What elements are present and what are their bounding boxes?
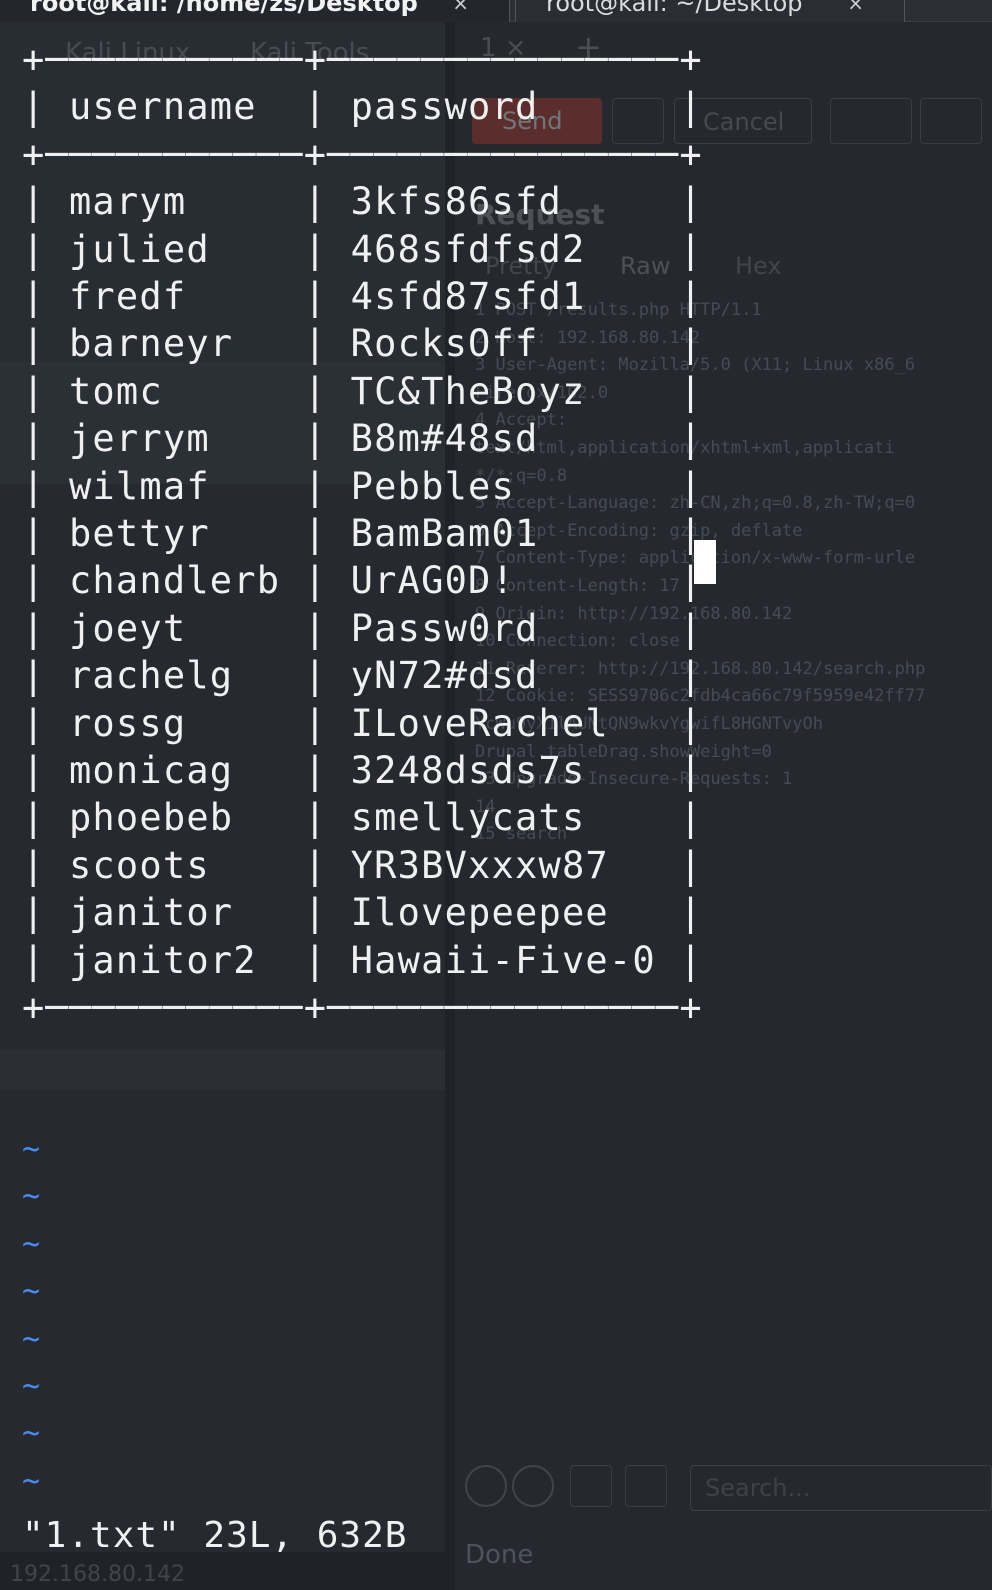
table-row: | chandlerb | UrAG0D! | [22, 559, 703, 603]
vim-editor[interactable]: +───────────+───────────────+ | username … [0, 22, 992, 1590]
close-icon[interactable]: × [847, 0, 864, 14]
table-border: +───────────+───────────────+ [22, 132, 703, 176]
table-row: | barneyr | RocksOff | [22, 322, 703, 366]
table-row: | bettyr | BamBam01 | [22, 512, 703, 555]
table-row: | phoebeb | smellycats | [22, 796, 703, 840]
table-row: | janitor2 | Hawaii-Five-0 | [22, 938, 703, 982]
table-row: | joeyt | Passw0rd | [22, 606, 703, 650]
table-row: | julied | 468sfdfsd2 | [22, 227, 703, 271]
tab-terminal-1[interactable]: root@kali: /home/zs/Desktop × [0, 0, 510, 22]
vim-tilde: ~ [22, 1463, 41, 1499]
table-row: | janitor | Ilovepeepee | [22, 891, 703, 935]
vim-tilde: ~ [22, 1226, 41, 1262]
table-row: | wilmaf | Pebbles | [22, 464, 703, 508]
vim-tilde: ~ [22, 1321, 41, 1357]
table-row: | jerrym | B8m#48sd | [22, 417, 703, 461]
table-row: | rossg | ILoveRachel | [22, 701, 703, 745]
tab-terminal-2[interactable]: root@kali: ~/Desktop × [515, 0, 905, 22]
table-row: | scoots | YR3BVxxxw87 | [22, 843, 703, 887]
vim-tilde: ~ [22, 1416, 41, 1452]
vim-status-line: "1.txt" 23L, 632B [22, 1515, 408, 1556]
close-icon[interactable]: × [452, 0, 469, 14]
vim-tilde: ~ [22, 1132, 41, 1167]
table-row: | fredf | 4sfd87sfd1 | [22, 275, 703, 318]
table-border: +───────────+───────────────+ [22, 986, 703, 1029]
tab-title: root@kali: /home/zs/Desktop [30, 0, 418, 17]
table-row: | tomc | TC&TheBoyz | [22, 369, 703, 413]
table-border: +───────────+───────────────+ [22, 38, 703, 81]
vim-tilde: ~ [22, 1274, 41, 1310]
table-row: | rachelg | yN72#dsd | [22, 654, 703, 698]
tab-title: root@kali: ~/Desktop [546, 0, 803, 17]
vim-tilde: ~ [22, 1369, 41, 1404]
table-row: | marym | 3kfs86sfd | [22, 180, 703, 224]
text-cursor [694, 540, 716, 584]
table-row: | monicag | 3248dsds7s | [22, 749, 703, 792]
vim-tilde: ~ [22, 1179, 41, 1215]
table-header: | username | password | [22, 85, 703, 129]
terminal-tab-bar: root@kali: /home/zs/Desktop × root@kali:… [0, 0, 992, 22]
